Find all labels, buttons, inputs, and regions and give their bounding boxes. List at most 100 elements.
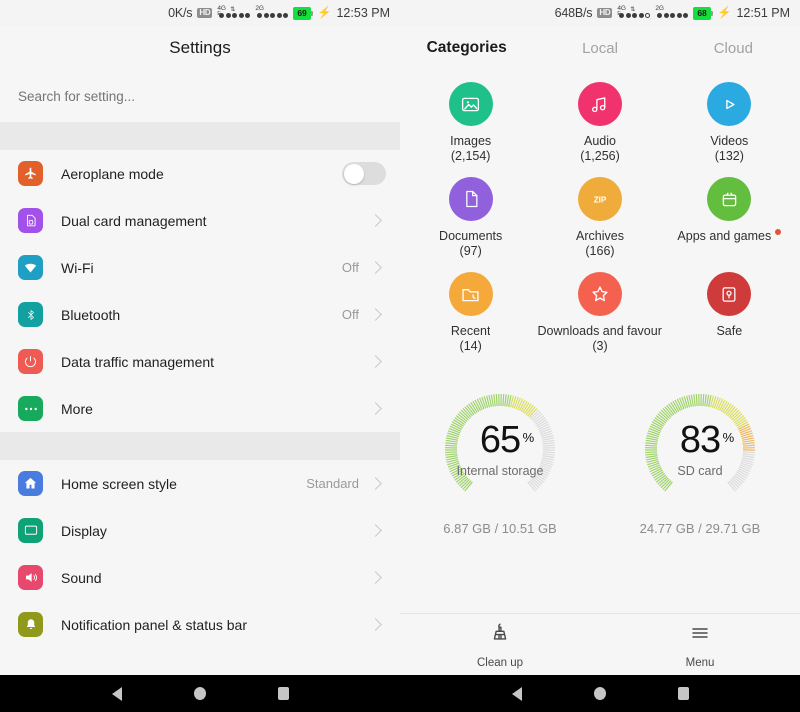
category-images[interactable]: Images (2,154) [406, 82, 535, 177]
settings-row-label: Bluetooth [61, 306, 121, 323]
toolbar-menu[interactable]: Menu [600, 621, 800, 669]
category-archives[interactable]: ZIP Archives (166) [535, 177, 664, 272]
home-icon [18, 471, 43, 496]
toolbar-clean-up[interactable]: Clean up [400, 621, 600, 669]
gauge-size-text: 24.77 GB / 29.71 GB [639, 521, 761, 536]
new-badge-dot [775, 229, 782, 235]
category-name: Safe [716, 324, 743, 338]
aeroplane-mode-toggle[interactable] [342, 162, 386, 185]
chevron-right-icon [369, 618, 382, 631]
storage-gauges: 65% Internal storage 6.87 GB / 10.51 GB 83%… [400, 389, 800, 536]
category-count: (14) [459, 339, 482, 353]
settings-row-value: Off [341, 260, 359, 275]
battery-level-right: 68 [693, 6, 711, 20]
settings-row-display[interactable]: Display [0, 507, 400, 554]
category-count: (3) [592, 339, 608, 353]
charging-bolt-icon-right: ⚡ [717, 6, 732, 19]
recents-button-right[interactable] [677, 687, 689, 700]
nav-group-right [400, 675, 800, 712]
category-label-wrap: Audio [584, 126, 616, 148]
settings-row-notification-panel-status-bar[interactable]: Notification panel & status bar [0, 601, 400, 648]
gauge-center-text: 83% SD card [640, 389, 760, 509]
home-button-right[interactable] [593, 687, 606, 700]
section-divider-2 [0, 432, 400, 460]
category-label-wrap: Apps and games [677, 221, 782, 243]
tab-local[interactable]: Local [533, 40, 666, 57]
gauge-percent: 65% [479, 418, 534, 461]
recents-button-left[interactable] [277, 687, 289, 700]
sound-icon [18, 565, 43, 590]
aeroplane-icon [18, 161, 43, 186]
settings-row-label: Home screen style [61, 475, 177, 492]
gauge-dial: 83% SD card [640, 389, 760, 509]
toolbar-label: Menu [685, 656, 715, 669]
gauge-percent-unit: % [722, 429, 735, 445]
settings-row-label: Data traffic management [61, 353, 215, 370]
category-name: Documents [439, 229, 503, 243]
settings-row-label: Dual card management [61, 212, 207, 229]
network-speed-right: 648B/s [554, 6, 593, 20]
category-label-wrap: Archives [576, 221, 624, 243]
sim1-signal-icon-left: 4G E ⇅ [217, 5, 251, 18]
settings-row-data-traffic-management[interactable]: Data traffic management [0, 338, 400, 385]
category-recent[interactable]: Recent (14) [406, 272, 535, 367]
tab-bar: Categories Local Cloud [400, 26, 800, 70]
clock-left: 12:53 PM [336, 6, 390, 20]
settings-row-more[interactable]: More [0, 385, 400, 432]
category-apps-and-games[interactable]: Apps and games [665, 177, 794, 272]
home-button-left[interactable] [193, 687, 206, 700]
settings-row-label: Wi-Fi [61, 259, 94, 276]
display-icon [18, 518, 43, 543]
settings-row-bluetooth[interactable]: Bluetooth Off [0, 291, 400, 338]
category-videos[interactable]: Videos (132) [665, 82, 794, 177]
settings-row-aeroplane-mode[interactable]: Aeroplane mode [0, 150, 400, 197]
category-row: Recent (14) Downloads and favouri... (3) Saf… [406, 272, 794, 367]
back-button-left[interactable] [111, 686, 122, 701]
settings-row-value: Standard [306, 476, 359, 491]
category-downloads-and-favouri[interactable]: Downloads and favouri... (3) [535, 272, 664, 367]
search-input[interactable] [0, 70, 400, 122]
category-safe[interactable]: Safe [665, 272, 794, 367]
status-bar-right: 648B/s HD 4G E ⇅ 2G 68 ⚡ 12:51 PM [400, 0, 800, 26]
chevron-right-icon [369, 355, 382, 368]
settings-row-home-screen-style[interactable]: Home screen style Standard [0, 460, 400, 507]
section-divider-1 [0, 122, 400, 150]
gauge-center-text: 65% Internal storage [440, 389, 560, 509]
sim1-sub-label-right: E [617, 11, 621, 17]
sim2-gen-label-left: 2G [255, 5, 264, 12]
category-count: (97) [459, 244, 482, 258]
category-documents[interactable]: Documents (97) [406, 177, 535, 272]
safe-lock-icon [707, 272, 752, 316]
settings-row-wi-fi[interactable]: Wi-Fi Off [0, 244, 400, 291]
star-icon [577, 272, 622, 316]
settings-row-sound[interactable]: Sound [0, 554, 400, 601]
storage-gauge-sd-card: 83% SD card 24.77 GB / 29.71 GB [600, 389, 800, 536]
clock-right: 12:51 PM [736, 6, 790, 20]
bottom-toolbar: Clean up Menu [400, 613, 800, 675]
gauge-size-text: 6.87 GB / 10.51 GB [443, 521, 557, 536]
category-audio[interactable]: Audio (1,256) [535, 82, 664, 177]
sim2-gen-label-right: 2G [655, 5, 664, 12]
sim1-data-arrows-left: ⇅ [230, 7, 236, 13]
wifi-icon [18, 255, 43, 280]
file-manager-pane: 648B/s HD 4G E ⇅ 2G 68 ⚡ 12:51 PM Catego… [400, 0, 800, 675]
category-row: Documents (97) ZIP Archives (166) Apps and ga… [406, 177, 794, 272]
category-count: (166) [585, 244, 615, 258]
category-row: Images (2,154) Audio (1,256) Videos (132) [406, 82, 794, 177]
settings-row-label: Notification panel & status bar [61, 616, 247, 633]
sim1-sub-label-left: E [217, 11, 221, 17]
sim1-data-arrows-right: ⇅ [630, 7, 636, 13]
chevron-right-icon [369, 214, 382, 227]
tab-categories[interactable]: Categories [400, 39, 533, 57]
tab-cloud[interactable]: Cloud [667, 40, 800, 57]
data-traffic-icon [18, 349, 43, 374]
hd-voice-icon-left: HD [197, 8, 213, 18]
page-title: Settings [0, 26, 400, 70]
settings-app-pane: 0K/s HD 4G E ⇅ 2G 69 ⚡ 12:53 PM Settings… [0, 0, 400, 675]
settings-row-label: More [61, 400, 93, 417]
image-icon [448, 82, 493, 126]
back-button-right[interactable] [511, 686, 522, 701]
category-label-wrap: Recent [451, 316, 491, 338]
broom-icon [488, 621, 512, 650]
settings-row-dual-card-management[interactable]: Dual card management [0, 197, 400, 244]
